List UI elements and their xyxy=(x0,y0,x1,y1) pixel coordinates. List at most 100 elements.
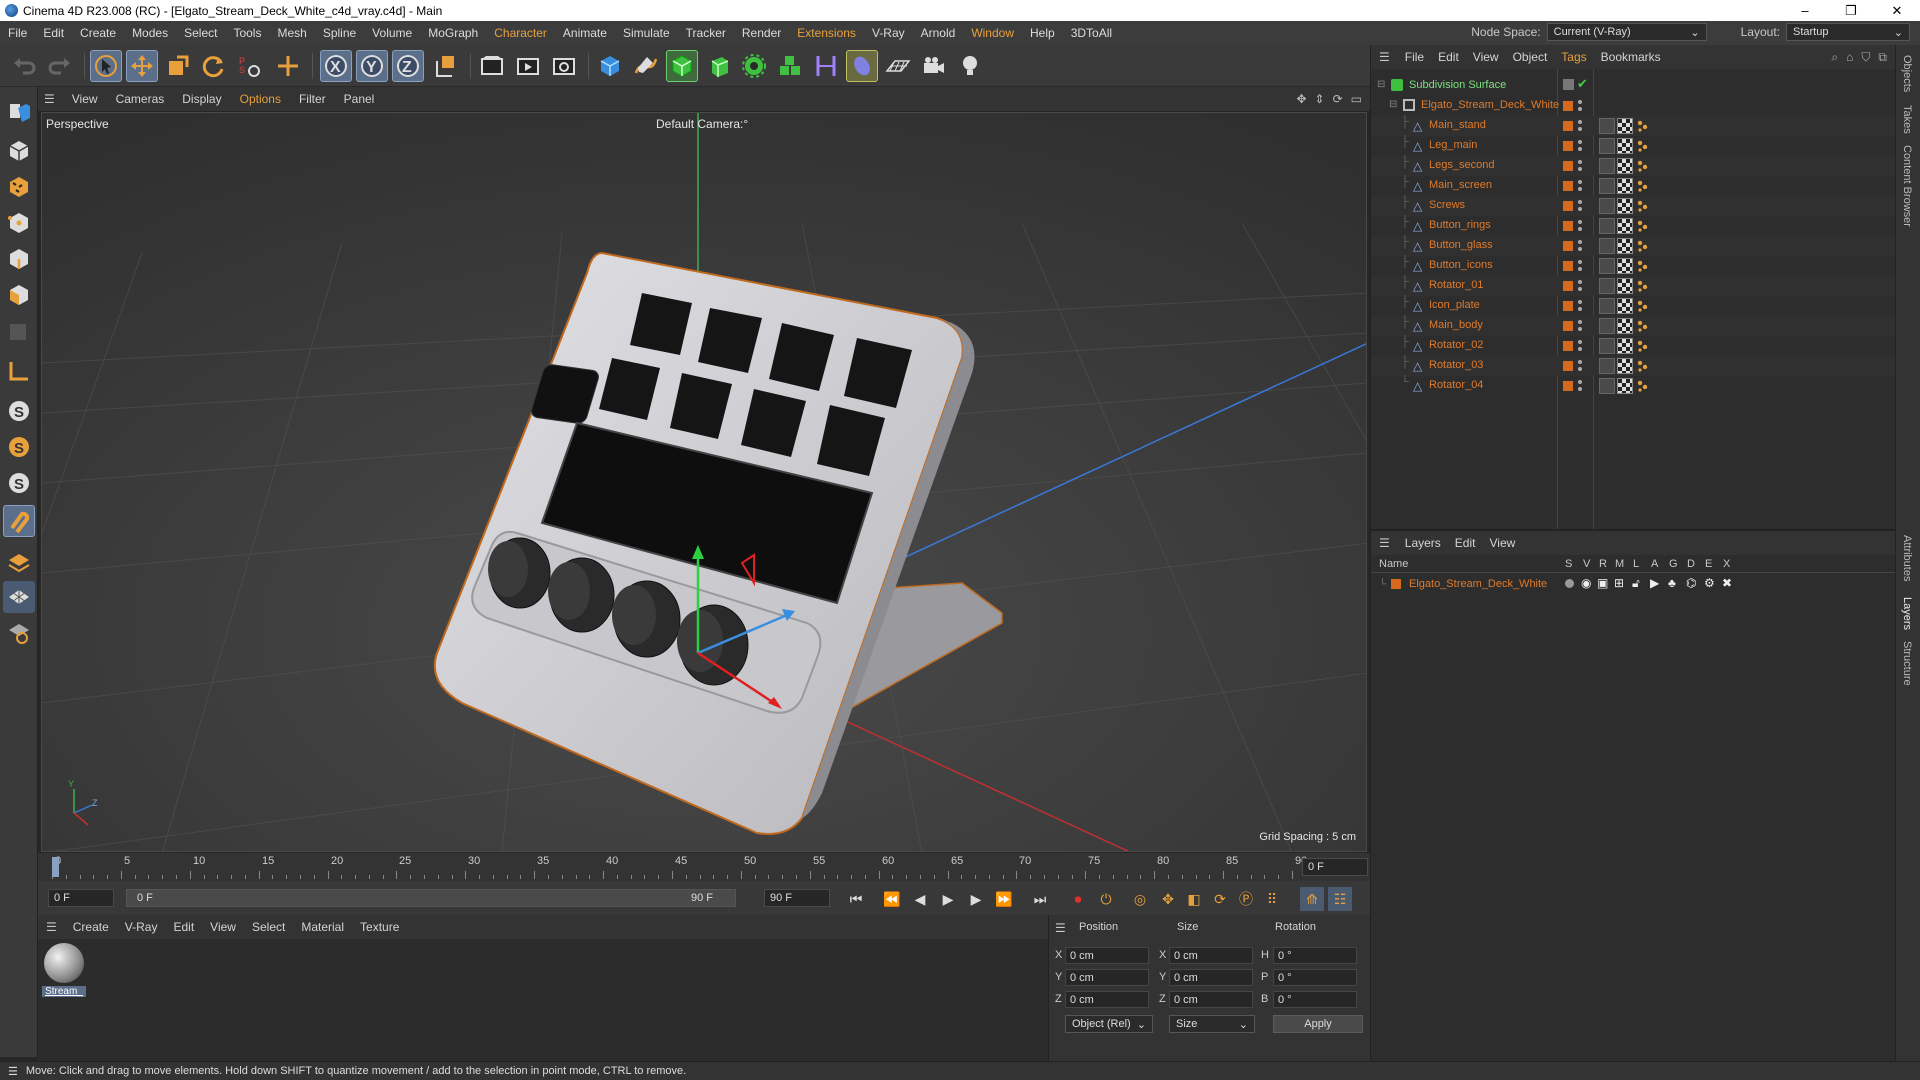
selection-tag-icon[interactable] xyxy=(1636,120,1648,132)
start-frame-field[interactable]: 0 F xyxy=(48,889,114,907)
snap-settings-icon[interactable]: S xyxy=(3,431,35,463)
filter-icon[interactable]: ⛉ xyxy=(1861,50,1870,65)
menu-simulate[interactable]: Simulate xyxy=(615,26,678,40)
viewport-menu-display[interactable]: Display xyxy=(173,92,230,106)
layer-color-swatch[interactable] xyxy=(1563,201,1573,211)
visibility-dots[interactable] xyxy=(1578,279,1582,293)
menu-volume[interactable]: Volume xyxy=(364,26,420,40)
tree-row-object[interactable]: ├ △ Main_stand xyxy=(1371,116,1896,136)
layer-color-swatch[interactable] xyxy=(1563,141,1573,151)
texture-tag-icon[interactable] xyxy=(1617,138,1633,154)
selection-tag-icon[interactable] xyxy=(1636,360,1648,372)
layout-dropdown[interactable]: Startup ⌄ xyxy=(1786,23,1910,41)
material-tag-icon[interactable] xyxy=(1599,158,1615,174)
layer-color-swatch[interactable] xyxy=(1563,161,1573,171)
selection-tag-icon[interactable] xyxy=(1636,140,1648,152)
tree-row-object[interactable]: ├ △ Button_glass xyxy=(1371,236,1896,256)
playhead[interactable] xyxy=(52,857,59,877)
tree-row-object[interactable]: ├ △ Legs_second xyxy=(1371,156,1896,176)
undo-button[interactable] xyxy=(8,50,40,82)
selection-tag-icon[interactable] xyxy=(1636,260,1648,272)
key-position-icon[interactable]: ✥ xyxy=(1156,887,1180,911)
mograph-cubes-icon[interactable] xyxy=(774,50,806,82)
home-icon[interactable]: ⌂ xyxy=(1846,50,1853,65)
selection-tag-icon[interactable] xyxy=(1636,340,1648,352)
selection-tag-icon[interactable] xyxy=(1636,220,1648,232)
menu-tracker[interactable]: Tracker xyxy=(678,26,734,40)
tree-row-group[interactable]: ⊟ Elgato_Stream_Deck_White xyxy=(1371,96,1896,116)
visibility-toggle[interactable] xyxy=(1563,79,1574,90)
selection-tag-icon[interactable] xyxy=(1636,320,1648,332)
motion-clip-icon[interactable]: ⟰ xyxy=(1300,887,1324,911)
menu-select[interactable]: Select xyxy=(176,26,225,40)
menu-mograph[interactable]: MoGraph xyxy=(420,26,486,40)
tree-row-object[interactable]: ├ △ Leg_main xyxy=(1371,136,1896,156)
material-tag-icon[interactable] xyxy=(1599,118,1615,134)
tree-row-object[interactable]: ├ △ Rotator_01 xyxy=(1371,276,1896,296)
layer-color-swatch[interactable] xyxy=(1563,321,1573,331)
material-tag-icon[interactable] xyxy=(1599,278,1615,294)
menu-file[interactable]: File xyxy=(0,26,35,40)
texture-tag-icon[interactable] xyxy=(1617,238,1633,254)
selection-tag-icon[interactable] xyxy=(1636,240,1648,252)
lock-icon[interactable]: 🔓︎ xyxy=(1632,576,1640,591)
animation-icon[interactable]: ▶ xyxy=(1650,576,1659,590)
visibility-dots[interactable] xyxy=(1578,379,1582,393)
hamburger-icon[interactable]: ☰ xyxy=(38,920,65,934)
play-icon[interactable]: ▶ xyxy=(936,887,960,911)
layer-color-swatch[interactable] xyxy=(1563,241,1573,251)
current-frame-field[interactable]: 0 F xyxy=(1302,858,1368,876)
tree-row-object[interactable]: ├ △ Icon_plate xyxy=(1371,296,1896,316)
selection-tag-icon[interactable] xyxy=(1636,200,1648,212)
z-axis-lock-icon[interactable]: Z xyxy=(392,50,424,82)
layers-menu-layers[interactable]: Layers xyxy=(1398,536,1448,550)
record-active-objects-icon[interactable]: ⏺ xyxy=(1066,887,1090,911)
end-frame-field[interactable]: 90 F xyxy=(764,889,830,907)
selection-tag-icon[interactable] xyxy=(1636,380,1648,392)
workplane-rotate-icon[interactable] xyxy=(3,617,35,649)
tree-row-object[interactable]: └ △ Rotator_04 xyxy=(1371,376,1896,396)
light-icon[interactable] xyxy=(954,50,986,82)
texture-tag-icon[interactable] xyxy=(1617,278,1633,294)
visibility-dots[interactable] xyxy=(1578,359,1582,373)
side-tab-layers[interactable]: Layers xyxy=(1901,597,1913,630)
subdivision-surface-icon[interactable] xyxy=(666,50,698,82)
generators-icon[interactable]: ♣ xyxy=(1668,576,1676,590)
snap-icon[interactable]: S xyxy=(3,395,35,427)
material-tag-icon[interactable] xyxy=(1599,178,1615,194)
viewport-menu-cameras[interactable]: Cameras xyxy=(107,92,174,106)
menu-window[interactable]: Window xyxy=(963,26,1022,40)
size-mode-dropdown[interactable]: Size ⌄ xyxy=(1169,1015,1255,1033)
side-tab-content-browser[interactable]: Content Browser xyxy=(1901,145,1913,227)
tree-row-object[interactable]: ├ △ Main_screen xyxy=(1371,176,1896,196)
texture-tag-icon[interactable] xyxy=(1617,158,1633,174)
quantize-icon[interactable]: S xyxy=(3,467,35,499)
texture-mode-icon[interactable] xyxy=(3,171,35,203)
menu-extensions[interactable]: Extensions xyxy=(789,26,864,40)
material-tag-icon[interactable] xyxy=(1599,238,1615,254)
layer-color-swatch[interactable] xyxy=(1563,341,1573,351)
size-z-field[interactable]: 0 cm xyxy=(1169,991,1253,1008)
edges-mode-icon[interactable] xyxy=(3,243,35,275)
world-axis-icon[interactable] xyxy=(272,50,304,82)
layer-color-swatch[interactable] xyxy=(1563,301,1573,311)
previous-key-icon[interactable]: ⏪ xyxy=(880,887,904,911)
solo-toggle[interactable] xyxy=(1565,579,1574,588)
side-tab-takes[interactable]: Takes xyxy=(1901,105,1913,134)
restore-button[interactable]: ❐ xyxy=(1828,0,1874,21)
x-axis-lock-icon[interactable]: X xyxy=(320,50,352,82)
layer-color-swatch[interactable] xyxy=(1563,381,1573,391)
rotation-b-field[interactable]: 0 ° xyxy=(1273,991,1357,1008)
menu-spline[interactable]: Spline xyxy=(315,26,364,40)
node-space-dropdown[interactable]: Current (V-Ray) ⌄ xyxy=(1546,23,1707,41)
menu-render[interactable]: Render xyxy=(734,26,789,40)
material-menu-vray[interactable]: V-Ray xyxy=(117,920,166,934)
extrude-icon[interactable] xyxy=(702,50,734,82)
texture-tag-icon[interactable] xyxy=(1617,298,1633,314)
go-to-start-icon[interactable]: ⏮ xyxy=(844,887,868,911)
material-menu-material[interactable]: Material xyxy=(293,920,352,934)
material-tag-icon[interactable] xyxy=(1599,338,1615,354)
layer-color-swatch[interactable] xyxy=(1563,361,1573,371)
texture-tag-icon[interactable] xyxy=(1617,338,1633,354)
frame-range-slider[interactable]: 0 F 90 F xyxy=(126,889,736,907)
